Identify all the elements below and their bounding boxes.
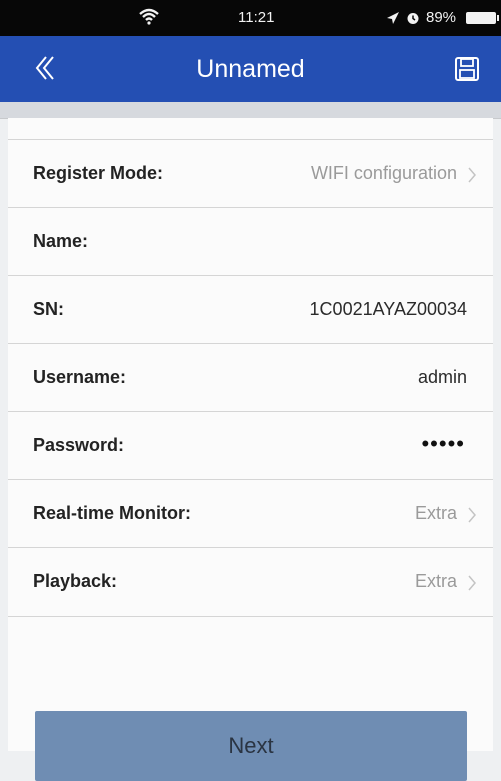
password-label: Password: xyxy=(33,435,125,455)
page-title: Unnamed xyxy=(196,55,305,83)
chevron-right-icon xyxy=(468,507,476,523)
chevron-right-icon xyxy=(468,575,476,591)
save-icon[interactable] xyxy=(454,56,480,82)
username-row[interactable]: Username: admin xyxy=(8,343,493,412)
register-mode-row[interactable]: Register Mode: WIFI configuration xyxy=(8,139,493,208)
chevron-right-icon xyxy=(468,167,476,183)
header-strip xyxy=(0,102,501,119)
password-value[interactable]: ••••• xyxy=(421,431,465,457)
wifi-icon xyxy=(139,8,159,25)
sn-label: SN: xyxy=(33,299,64,319)
username-value[interactable]: admin xyxy=(418,367,467,388)
name-row[interactable]: Name: xyxy=(8,207,493,276)
alarm-icon xyxy=(407,12,419,24)
location-arrow-icon xyxy=(387,11,399,24)
battery-percent: 89% xyxy=(426,9,457,26)
status-right: 89% xyxy=(386,9,500,26)
name-label: Name: xyxy=(33,231,89,251)
device-form: Register Mode: WIFI configuration Name: … xyxy=(8,118,493,781)
sn-value[interactable]: 1C0021AYAZ00034 xyxy=(310,299,467,320)
playback-label: Playback: xyxy=(33,571,118,591)
playback-row[interactable]: Playback: Extra xyxy=(8,547,493,617)
register-mode-label: Register Mode: xyxy=(33,163,164,183)
battery-icon xyxy=(466,11,500,24)
next-button[interactable]: Next xyxy=(35,711,467,781)
nav-bar: Unnamed xyxy=(0,36,501,102)
sn-row[interactable]: SN: 1C0021AYAZ00034 xyxy=(8,275,493,344)
username-label: Username: xyxy=(33,367,127,387)
status-time: 11:21 xyxy=(238,9,275,26)
status-bar: 11:21 89% xyxy=(0,0,501,36)
register-mode-value: WIFI configuration xyxy=(310,163,457,183)
realtime-monitor-value: Extra xyxy=(414,503,457,523)
password-row[interactable]: Password: ••••• xyxy=(8,411,493,480)
realtime-monitor-row[interactable]: Real-time Monitor: Extra xyxy=(8,479,493,548)
playback-value: Extra xyxy=(414,571,457,591)
realtime-monitor-label: Real-time Monitor: xyxy=(33,503,192,523)
